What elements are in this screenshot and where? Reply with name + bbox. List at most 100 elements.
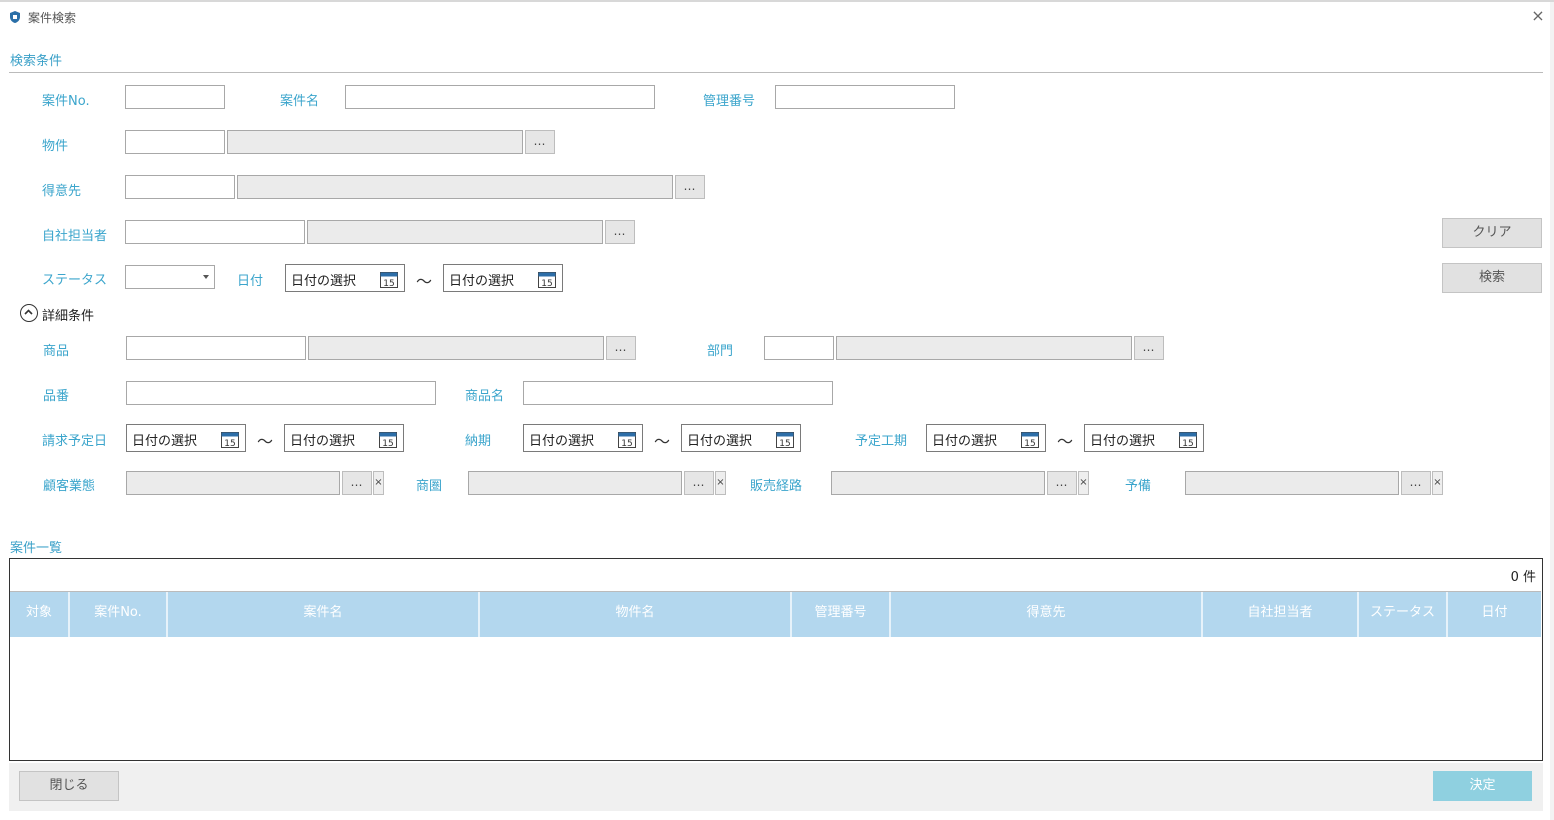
trade-area-clear-button[interactable]: × <box>715 471 726 495</box>
staff-label: 自社担当者 <box>42 229 108 244</box>
date-to-picker[interactable]: 日付の選択 15 <box>443 264 563 292</box>
date-to-text: 日付の選択 <box>449 274 515 289</box>
dept-code-input[interactable] <box>764 336 834 360</box>
column-header-date[interactable]: 日付 <box>1448 592 1541 637</box>
mgmt-no-input[interactable] <box>775 85 955 109</box>
top-border <box>0 0 1554 2</box>
customer-type-label: 顧客業態 <box>43 479 96 494</box>
product-label: 商品 <box>43 344 70 359</box>
sales-channel-display <box>831 471 1045 495</box>
trade-area-label: 商圏 <box>416 479 443 494</box>
calendar-icon[interactable]: 15 <box>380 271 398 288</box>
column-header-case-no[interactable]: 案件No. <box>70 592 168 637</box>
footer-bar <box>9 763 1543 811</box>
dept-lookup-button[interactable]: … <box>1134 336 1164 360</box>
svg-text:15: 15 <box>541 279 552 288</box>
column-header-staff[interactable]: 自社担当者 <box>1203 592 1359 637</box>
calendar-icon[interactable]: 15 <box>538 271 556 288</box>
customer-type-clear-button[interactable]: × <box>373 471 384 495</box>
mgmt-no-label: 管理番号 <box>703 94 756 109</box>
part-no-label: 品番 <box>43 389 70 404</box>
close-button[interactable]: 閉じる <box>19 771 119 801</box>
sales-channel-label: 販売経路 <box>750 479 803 494</box>
property-label: 物件 <box>42 139 69 154</box>
column-header-customer[interactable]: 得意先 <box>891 592 1203 637</box>
column-header-status[interactable]: ステータス <box>1359 592 1448 637</box>
close-icon[interactable]: × <box>1530 8 1546 24</box>
trade-area-display <box>468 471 682 495</box>
customer-name-display <box>237 175 673 199</box>
property-lookup-button[interactable]: … <box>525 130 555 154</box>
date-label: 日付 <box>237 274 264 289</box>
billing-date-from-text: 日付の選択 <box>132 434 198 449</box>
calendar-icon[interactable]: 15 <box>1021 431 1039 448</box>
staff-lookup-button[interactable]: … <box>605 220 635 244</box>
column-header-mgmt-no[interactable]: 管理番号 <box>792 592 891 637</box>
results-grid[interactable] <box>9 558 1543 761</box>
list-section-title: 案件一覧 <box>10 541 63 556</box>
delivery-from-picker[interactable]: 日付の選択 15 <box>523 424 643 452</box>
column-header-property-name[interactable]: 物件名 <box>480 592 792 637</box>
product-name-input[interactable] <box>523 381 833 405</box>
section-divider <box>9 72 1543 73</box>
calendar-icon[interactable]: 15 <box>618 431 636 448</box>
chevron-down-icon <box>203 275 209 279</box>
product-lookup-button[interactable]: … <box>606 336 636 360</box>
product-code-input[interactable] <box>126 336 306 360</box>
calendar-icon[interactable]: 15 <box>776 431 794 448</box>
app-logo-icon <box>10 11 20 23</box>
collapse-toggle[interactable] <box>20 304 38 322</box>
schedule-label: 予定工期 <box>855 434 908 449</box>
case-no-input[interactable] <box>125 85 225 109</box>
trade-area-lookup-button[interactable]: … <box>684 471 714 495</box>
status-select[interactable] <box>125 265 215 289</box>
svg-text:15: 15 <box>382 439 393 448</box>
svg-text:15: 15 <box>1024 439 1035 448</box>
property-code-input[interactable] <box>125 130 225 154</box>
customer-lookup-button[interactable]: … <box>675 175 705 199</box>
calendar-icon[interactable]: 15 <box>221 431 239 448</box>
case-no-label: 案件No. <box>42 94 90 109</box>
svg-text:15: 15 <box>1182 439 1193 448</box>
column-header-target[interactable]: 対象 <box>10 592 70 637</box>
schedule-range-separator: ～ <box>1057 432 1074 451</box>
svg-text:15: 15 <box>779 439 790 448</box>
calendar-icon[interactable]: 15 <box>1179 431 1197 448</box>
reserve-lookup-button[interactable]: … <box>1401 471 1431 495</box>
svg-text:15: 15 <box>224 439 235 448</box>
date-from-picker[interactable]: 日付の選択 15 <box>285 264 405 292</box>
billing-date-from-picker[interactable]: 日付の選択 15 <box>126 424 246 452</box>
case-name-label: 案件名 <box>280 94 320 109</box>
customer-code-input[interactable] <box>125 175 235 199</box>
customer-label: 得意先 <box>42 184 82 199</box>
column-header-case-name[interactable]: 案件名 <box>168 592 480 637</box>
property-name-display <box>227 130 523 154</box>
result-count: 0 件 <box>1510 570 1536 585</box>
case-name-input[interactable] <box>345 85 655 109</box>
billing-range-separator: ～ <box>257 432 274 451</box>
customer-type-lookup-button[interactable]: … <box>342 471 372 495</box>
schedule-to-picker[interactable]: 日付の選択 15 <box>1084 424 1204 452</box>
schedule-from-text: 日付の選択 <box>932 434 998 449</box>
reserve-display <box>1185 471 1399 495</box>
part-no-input[interactable] <box>126 381 436 405</box>
ok-button[interactable]: 決定 <box>1433 771 1532 801</box>
reserve-label: 予備 <box>1125 479 1152 494</box>
billing-date-to-picker[interactable]: 日付の選択 15 <box>284 424 404 452</box>
detail-toggle-label[interactable]: 詳細条件 <box>42 305 94 324</box>
dept-name-display <box>836 336 1132 360</box>
sales-channel-lookup-button[interactable]: … <box>1047 471 1077 495</box>
reserve-clear-button[interactable]: × <box>1432 471 1443 495</box>
calendar-icon[interactable]: 15 <box>379 431 397 448</box>
svg-text:15: 15 <box>621 439 632 448</box>
chevron-up-icon <box>24 309 33 315</box>
billing-date-label: 請求予定日 <box>42 434 108 449</box>
schedule-from-picker[interactable]: 日付の選択 15 <box>926 424 1046 452</box>
window-title: 案件検索 <box>28 11 77 25</box>
search-button[interactable]: 検索 <box>1442 263 1542 293</box>
staff-code-input[interactable] <box>125 220 305 244</box>
delivery-to-picker[interactable]: 日付の選択 15 <box>681 424 801 452</box>
schedule-to-text: 日付の選択 <box>1090 434 1156 449</box>
clear-button[interactable]: クリア <box>1442 218 1542 248</box>
sales-channel-clear-button[interactable]: × <box>1078 471 1089 495</box>
